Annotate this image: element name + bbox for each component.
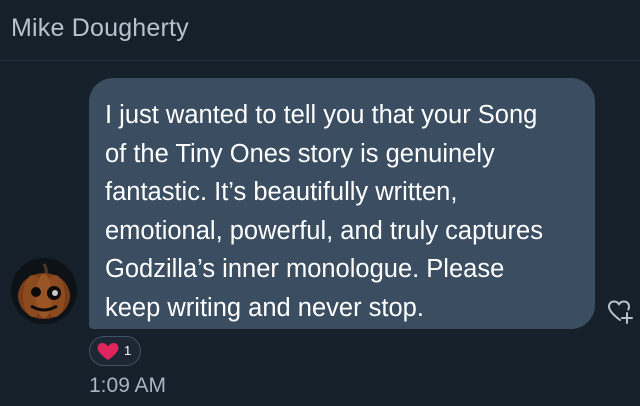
message-text: I just wanted to tell you that your Song…: [105, 101, 543, 322]
reaction-badge[interactable]: 1: [89, 336, 141, 366]
pumpkin-avatar-image: [11, 258, 77, 324]
message-timestamp: 1:09 AM: [89, 374, 167, 397]
conversation-header: Mike Dougherty: [0, 0, 640, 61]
sender-name[interactable]: Mike Dougherty: [11, 14, 189, 43]
message-bubble[interactable]: I just wanted to tell you that your Song…: [89, 78, 595, 329]
add-reaction-button[interactable]: [607, 298, 635, 326]
heart-plus-icon: [608, 300, 633, 324]
sender-avatar[interactable]: [11, 258, 77, 324]
heart-icon: [97, 342, 119, 361]
reaction-count: 1: [124, 343, 132, 358]
